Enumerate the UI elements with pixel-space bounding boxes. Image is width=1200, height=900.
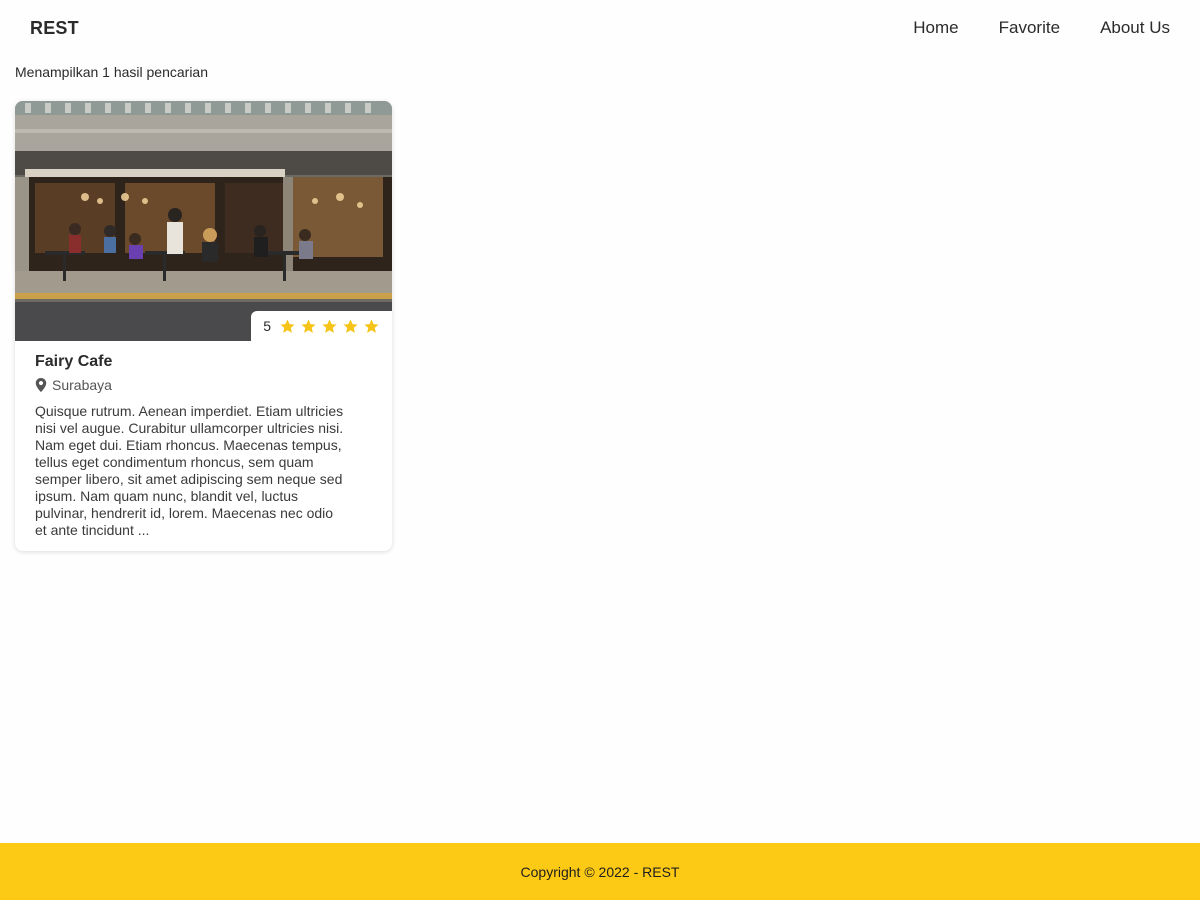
restaurant-name[interactable]: Fairy Cafe [35,353,372,371]
search-result-count: Menampilkan 1 hasil pencarian [15,64,208,80]
card-body: Fairy Cafe Surabaya Quisque rutrum. Aene… [15,341,392,539]
star-icon [364,318,379,333]
brand-logo-link[interactable]: REST [30,18,79,39]
nav-link-home[interactable]: Home [913,18,958,38]
star-icon [301,318,316,333]
nav-link-favorite[interactable]: Favorite [999,18,1060,38]
rating-badge: 5 [251,311,392,341]
main-nav: Home Favorite About Us [913,18,1170,38]
restaurant-card[interactable]: 5 Fairy Cafe Surabaya Quisque rutrum. Ae… [15,101,392,551]
nav-link-about-us[interactable]: About Us [1100,18,1170,38]
restaurant-photo: 5 [15,101,392,341]
top-navbar: REST Home Favorite About Us [0,0,1200,56]
star-icon [322,318,337,333]
app-root: REST Home Favorite About Us Menampilkan … [0,0,1200,900]
restaurant-city: Surabaya [52,377,112,393]
restaurant-description: Quisque rutrum. Aenean imperdiet. Etiam … [35,403,344,538]
rating-value: 5 [263,318,271,334]
map-pin-icon [35,378,47,392]
star-icon [280,318,295,333]
page-footer: Copyright © 2022 - REST [0,843,1200,900]
star-icon [343,318,358,333]
footer-copyright: Copyright © 2022 - REST [520,863,680,880]
restaurant-photo-illustration [15,101,392,341]
restaurant-location: Surabaya [35,377,372,393]
